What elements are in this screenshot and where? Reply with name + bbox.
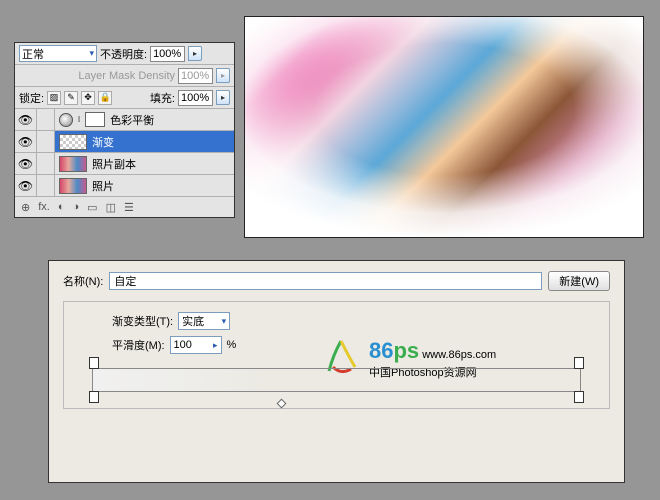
layer-row[interactable]: 👁 照片副本: [15, 153, 234, 175]
blend-opacity-row: 正常 ▾ 不透明度: 100% ▸: [15, 43, 234, 65]
visibility-toggle[interactable]: 👁: [15, 175, 37, 197]
watermark-brand-suffix: ps: [393, 338, 419, 363]
opacity-arrow-icon[interactable]: ▸: [188, 46, 202, 61]
layer-row[interactable]: 👁 ፧ 色彩平衡: [15, 109, 234, 131]
opacity-stop-right[interactable]: [574, 357, 584, 369]
lock-position-icon[interactable]: ✥: [81, 91, 95, 105]
fill-value[interactable]: 100%: [178, 90, 213, 106]
mask-density-row: Layer Mask Density 100% ▸: [15, 65, 234, 87]
gradient-options-group: 渐变类型(T): 实底 ▾ 平滑度(M): 100 ▸ % 86ps www.8…: [63, 301, 610, 409]
visibility-toggle[interactable]: 👁: [15, 131, 37, 153]
adjustment-icon: [59, 113, 73, 127]
lock-transparency-icon[interactable]: ▨: [47, 91, 61, 105]
group-icon[interactable]: ▭: [87, 201, 97, 214]
layer-thumb[interactable]: [59, 178, 87, 194]
mask-density-arrow-icon: ▸: [216, 68, 230, 83]
link-cell[interactable]: [37, 175, 55, 197]
layer-thumb[interactable]: [59, 156, 87, 172]
layer-name: 照片副本: [92, 156, 136, 172]
watermark-url: www.86ps.com: [422, 349, 496, 361]
gradient-type-value: 实底: [182, 313, 204, 329]
panel-footer: ⊕ fx. ◐ ◑ ▭ ◫ ☰: [15, 197, 234, 217]
layer-name: 照片: [92, 178, 114, 194]
layer-mask-thumb[interactable]: [85, 112, 105, 127]
link-cell[interactable]: [37, 109, 55, 131]
color-stop-right[interactable]: [574, 391, 584, 403]
layer-row[interactable]: 👁 渐变: [15, 131, 234, 153]
new-button[interactable]: 新建(W): [548, 271, 610, 291]
link-cell[interactable]: [37, 131, 55, 153]
layers-panel: 正常 ▾ 不透明度: 100% ▸ Layer Mask Density 100…: [14, 42, 235, 218]
watermark-brand-num: 86: [369, 338, 393, 363]
gradient-bar[interactable]: [92, 368, 581, 392]
lock-fill-row: 锁定: ▨ ✎ ✥ 🔒 填充: 100% ▸: [15, 87, 234, 109]
fx-icon[interactable]: fx.: [38, 201, 50, 213]
preview-content: [245, 17, 643, 237]
layer-thumb[interactable]: [59, 134, 87, 150]
smoothness-input[interactable]: 100 ▸: [170, 336, 222, 354]
gradient-type-row: 渐变类型(T): 实底 ▾: [76, 312, 597, 330]
gradient-type-select[interactable]: 实底 ▾: [178, 312, 230, 330]
mask-icon[interactable]: ◐: [58, 201, 65, 213]
opacity-label: 不透明度:: [100, 46, 147, 62]
blend-mode-select[interactable]: 正常 ▾: [19, 45, 97, 62]
midpoint-handle[interactable]: [277, 399, 287, 409]
smoothness-unit: %: [227, 339, 237, 351]
color-stop-left[interactable]: [89, 391, 99, 403]
visibility-toggle[interactable]: 👁: [15, 153, 37, 175]
chevron-down-icon: ▾: [222, 316, 227, 327]
gradient-editor-dialog: 名称(N): 新建(W) 渐变类型(T): 实底 ▾ 平滑度(M): 100 ▸…: [48, 260, 625, 483]
layer-name: 渐变: [92, 134, 114, 150]
chevron-down-icon: ▾: [89, 48, 94, 59]
blend-mode-value: 正常: [22, 46, 44, 62]
lock-all-icon[interactable]: 🔒: [98, 91, 112, 105]
delete-icon[interactable]: ☰: [124, 201, 134, 214]
opacity-value[interactable]: 100%: [150, 46, 185, 62]
link-cell[interactable]: [37, 153, 55, 175]
adjustment-layer-icon[interactable]: ◑: [73, 201, 80, 213]
name-row: 名称(N): 新建(W): [63, 271, 610, 291]
fill-label: 填充:: [150, 90, 175, 106]
link-layers-icon[interactable]: ⊕: [21, 201, 30, 214]
mask-density-label: Layer Mask Density: [78, 70, 175, 82]
smoothness-label: 平滑度(M):: [112, 337, 165, 353]
stepper-icon: ▸: [213, 340, 218, 351]
opacity-stop-left[interactable]: [89, 357, 99, 369]
layer-row[interactable]: 👁 照片: [15, 175, 234, 197]
vignette-overlay: [245, 17, 643, 237]
visibility-toggle[interactable]: 👁: [15, 109, 37, 131]
mask-density-value: 100%: [178, 68, 213, 84]
new-layer-icon[interactable]: ◫: [106, 201, 116, 214]
name-input[interactable]: [109, 272, 542, 290]
gradient-type-label: 渐变类型(T):: [112, 313, 173, 329]
lock-pixels-icon[interactable]: ✎: [64, 91, 78, 105]
smoothness-value: 100: [174, 339, 192, 351]
layer-name: 色彩平衡: [110, 112, 154, 128]
link-icon: ፧: [78, 114, 80, 125]
lock-label: 锁定:: [19, 90, 44, 106]
fill-arrow-icon[interactable]: ▸: [216, 90, 230, 105]
name-label: 名称(N):: [63, 273, 103, 289]
document-preview: [244, 16, 644, 238]
